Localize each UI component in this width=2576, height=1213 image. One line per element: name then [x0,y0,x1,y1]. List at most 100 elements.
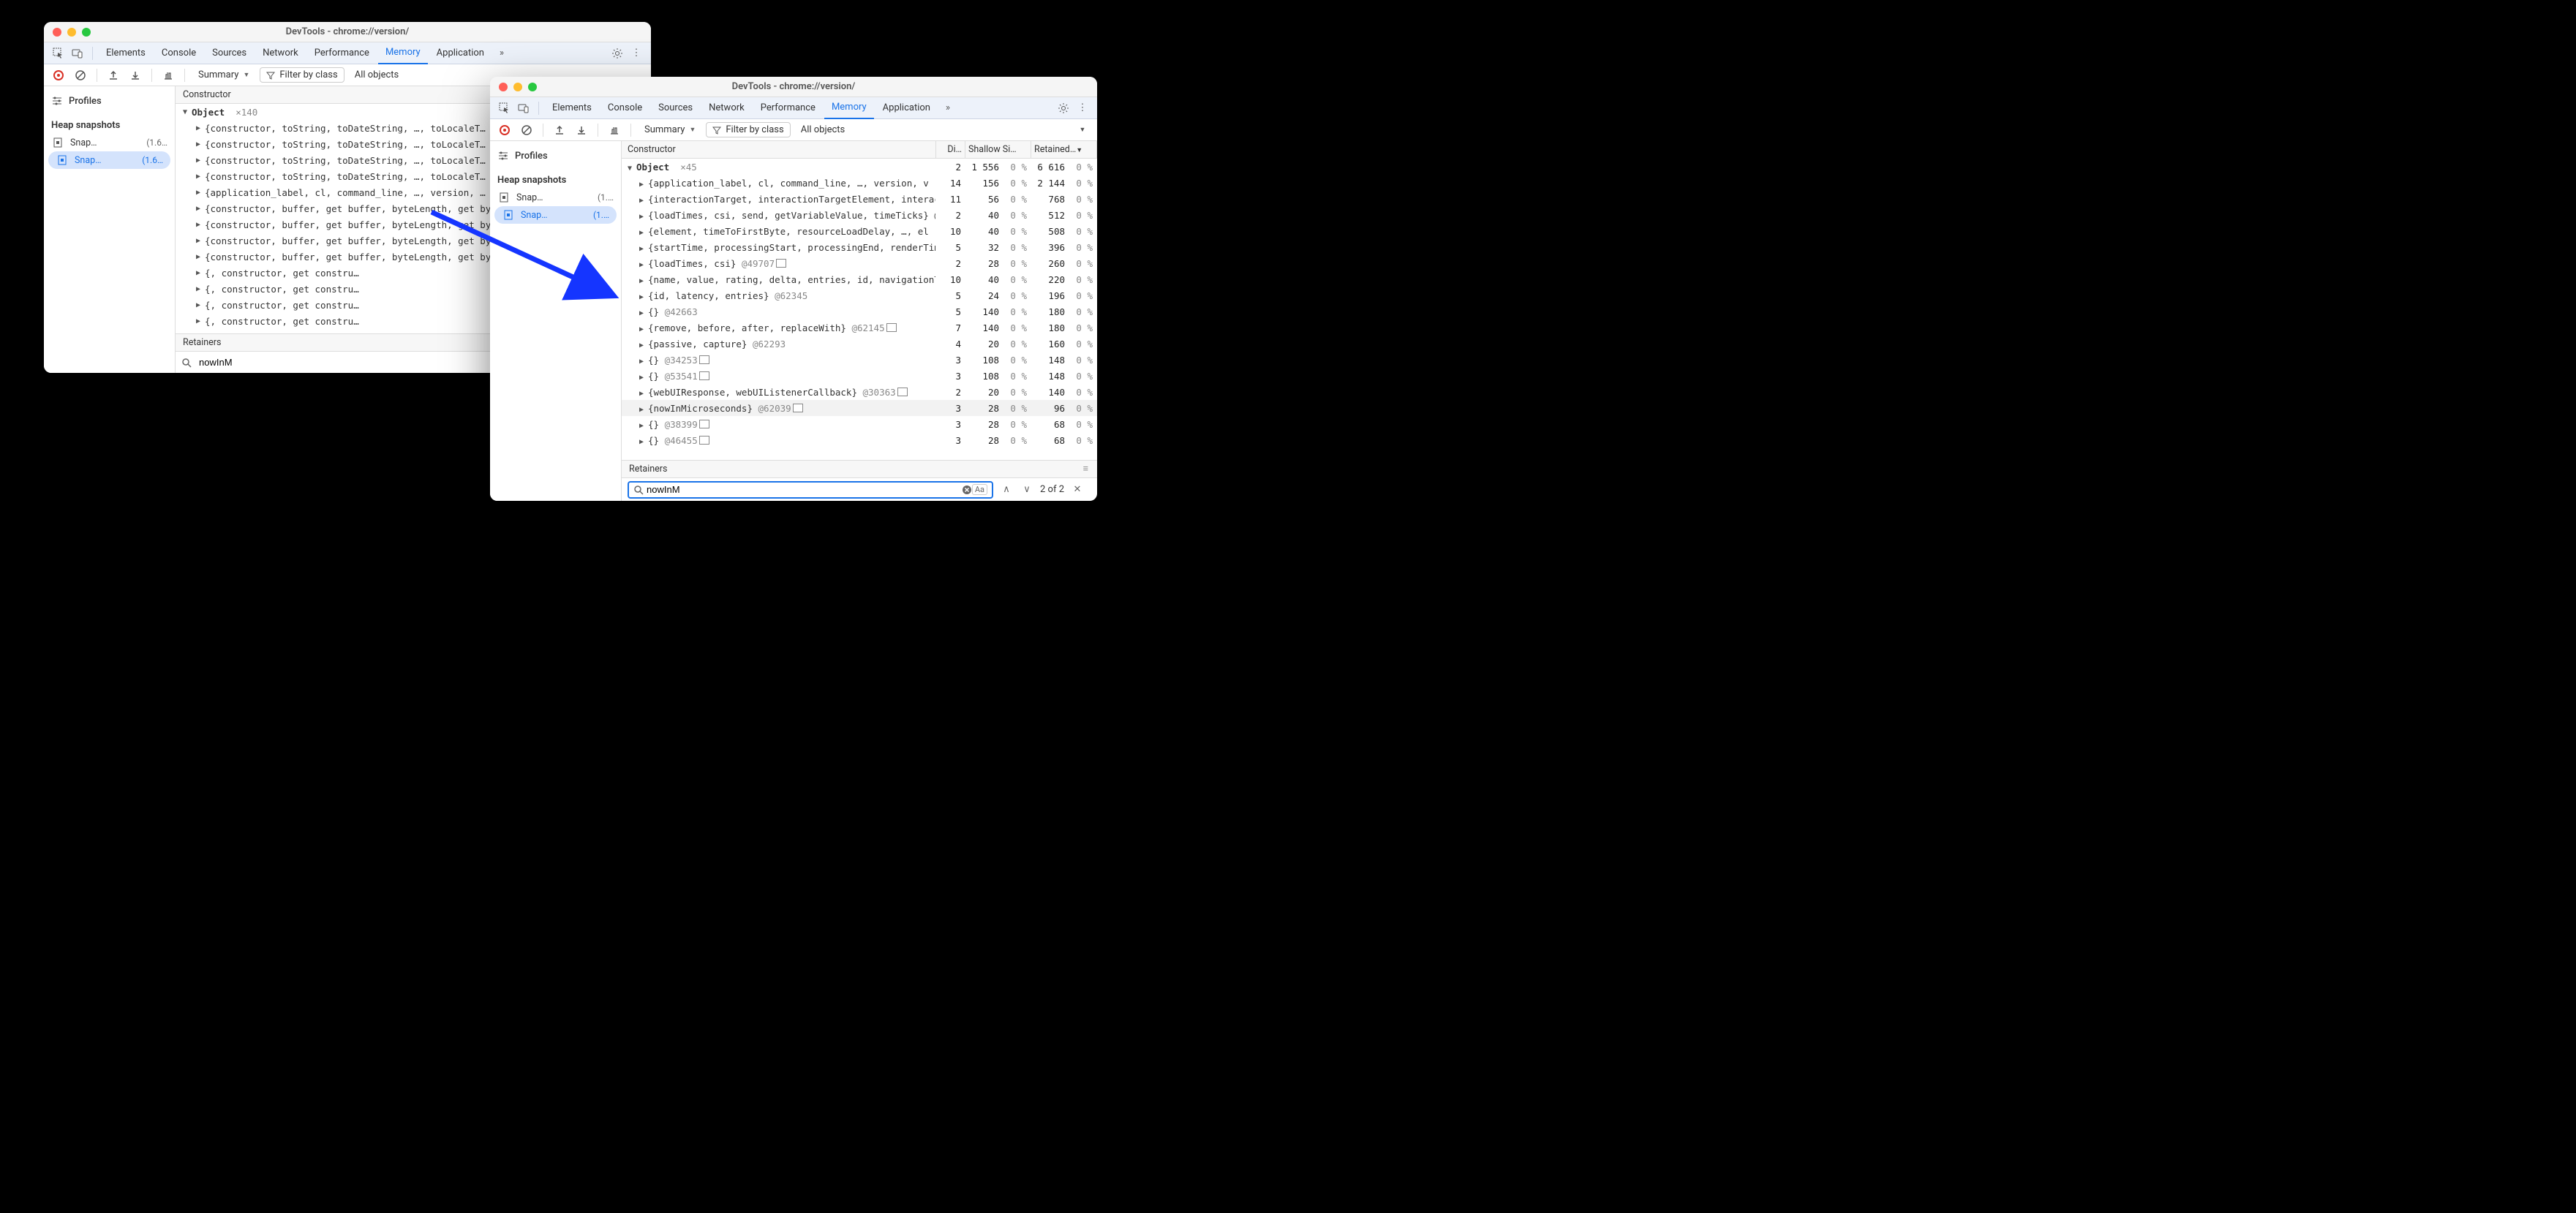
tab-console[interactable]: Console [154,42,203,64]
scope-select[interactable]: All objects [795,124,851,135]
import-icon[interactable] [573,121,590,139]
maximize-window-icon[interactable] [528,83,537,91]
tab-network[interactable]: Network [701,97,752,119]
next-match-icon[interactable]: ∨ [1020,483,1034,497]
tab-memory[interactable]: Memory [824,97,874,119]
class-filter[interactable]: Filter by class [706,122,790,137]
kebab-menu-icon[interactable]: ⋮ [628,45,645,62]
kebab-menu-icon[interactable]: ⋮ [1074,99,1091,117]
class-filter[interactable]: Filter by class [260,67,344,83]
snapshot-icon [499,192,511,203]
more-tabs-icon[interactable]: » [939,99,957,117]
clear-icon[interactable] [518,121,535,139]
tab-memory[interactable]: Memory [378,42,428,64]
heap-snapshots-section: Heap snapshots [44,117,175,134]
tab-console[interactable]: Console [600,97,649,119]
view-mode-select[interactable]: Summary▼ [639,124,701,135]
object-instance-row[interactable]: ▶{} @5354131080 %1480 % [622,368,1097,384]
record-icon[interactable] [50,67,67,84]
device-mode-icon[interactable] [69,45,86,62]
object-instance-row[interactable]: ▶{} @383993280 %680 % [622,416,1097,432]
clear-icon[interactable] [72,67,89,84]
sliders-icon [497,150,509,162]
dropdown-icon[interactable]: ▼ [1074,121,1091,139]
object-instance-row[interactable]: ▶{} @3425331080 %1480 % [622,352,1097,368]
object-instance-row[interactable]: ▶{remove, before, after, replaceWith} @6… [622,320,1097,336]
memory-toolbar: Summary▼ Filter by class All objects ▼ [490,119,1097,141]
snapshot-item-2[interactable]: Snap… (1.… [494,206,617,224]
export-icon[interactable] [551,121,568,139]
close-window-icon[interactable] [53,28,61,37]
object-instance-row[interactable]: ▶{} @464553280 %680 % [622,432,1097,448]
settings-icon[interactable] [609,45,626,62]
snapshot-item-2[interactable]: Snap… (1.6… [48,151,170,169]
object-instance-row[interactable]: ▶{nowInMicroseconds} @620393280 %960 % [622,400,1097,416]
more-tabs-icon[interactable]: » [493,45,511,62]
object-instance-row[interactable]: ▶{id, latency, entries} @623455240 %1960… [622,287,1097,303]
clear-search-icon[interactable] [962,485,972,495]
inspect-icon[interactable] [496,99,513,117]
view-mode-select[interactable]: Summary▼ [192,69,255,80]
snapshot-item-1[interactable]: Snap… (1.… [490,189,621,206]
stack-icon [888,325,897,332]
col-shallow[interactable]: Shallow Si… [965,141,1031,158]
settings-icon[interactable] [1055,99,1072,117]
retainers-menu-icon[interactable]: ≡ [1083,464,1090,475]
tab-sources[interactable]: Sources [205,42,254,64]
minimize-window-icon[interactable] [513,83,522,91]
tab-network[interactable]: Network [255,42,306,64]
inspect-icon[interactable] [50,45,67,62]
object-instance-row[interactable]: ▶{loadTimes, csi} @497072280 %2600 % [622,255,1097,271]
tab-sources[interactable]: Sources [651,97,700,119]
panel-tabs: Elements Console Sources Network Perform… [44,42,651,64]
export-icon[interactable] [105,67,122,84]
search-icon [181,358,192,368]
filter-icon [712,126,721,135]
object-instance-row[interactable]: ▶{webUIResponse, webUIListenerCallback} … [622,384,1097,400]
tab-performance[interactable]: Performance [753,97,823,119]
stack-icon [701,421,709,428]
object-instance-row[interactable]: ▶{loadTimes, csi, send, getVariableValue… [622,207,1097,223]
tab-elements[interactable]: Elements [99,42,153,64]
case-sensitive-toggle[interactable]: Aa [972,484,987,495]
close-window-icon[interactable] [499,83,508,91]
minimize-window-icon[interactable] [67,28,76,37]
stack-icon [701,373,709,380]
retainers-header[interactable]: Retainers ≡ [622,460,1097,477]
close-search-icon[interactable]: ✕ [1070,483,1085,497]
object-instance-row[interactable]: ▶{} @4266351400 %1800 % [622,303,1097,320]
filter-label: Filter by class [279,69,337,80]
scope-select[interactable]: All objects [349,69,405,80]
devtools-window-2: DevTools - chrome://version/ Elements Co… [490,77,1097,501]
gc-icon[interactable] [606,121,623,139]
object-instance-row[interactable]: ▶{application_label, cl, command_line, …… [622,175,1097,191]
object-instance-row[interactable]: ▶{startTime, processingStart, processing… [622,239,1097,255]
snapshot-item-1[interactable]: Snap… (1.6… [44,134,175,151]
record-icon[interactable] [496,121,513,139]
import-icon[interactable] [127,67,144,84]
object-instance-row[interactable]: ▶{interactionTarget, interactionTargetEl… [622,191,1097,207]
profiles-header[interactable]: Profiles [44,92,175,110]
object-group-row[interactable]: ▼Object ×45 2 1 556 0 % 6 616 0 % [622,159,1097,175]
match-count: 2 of 2 [1040,484,1064,495]
object-instance-row[interactable]: ▶{passive, capture} @622934200 %1600 % [622,336,1097,352]
gc-icon[interactable] [159,67,177,84]
maximize-window-icon[interactable] [82,28,91,37]
tab-elements[interactable]: Elements [545,97,599,119]
tab-performance[interactable]: Performance [307,42,377,64]
stack-icon [794,405,803,412]
profiles-header[interactable]: Profiles [490,147,621,165]
col-distance[interactable]: Di… [936,141,965,158]
col-retained[interactable]: Retained…▼ [1031,141,1097,158]
device-mode-icon[interactable] [515,99,532,117]
object-instance-row[interactable]: ▶{name, value, rating, delta, entries, i… [622,271,1097,287]
col-constructor[interactable]: Constructor [622,141,936,158]
prev-match-icon[interactable]: ∧ [999,483,1014,497]
tab-application[interactable]: Application [429,42,492,64]
scope-label: All objects [355,69,399,80]
object-instance-row[interactable]: ▶{element, timeToFirstByte, resourceLoad… [622,223,1097,239]
search-icon [633,485,644,495]
filter-icon [266,71,275,80]
tab-application[interactable]: Application [875,97,938,119]
search-input[interactable] [644,483,962,496]
